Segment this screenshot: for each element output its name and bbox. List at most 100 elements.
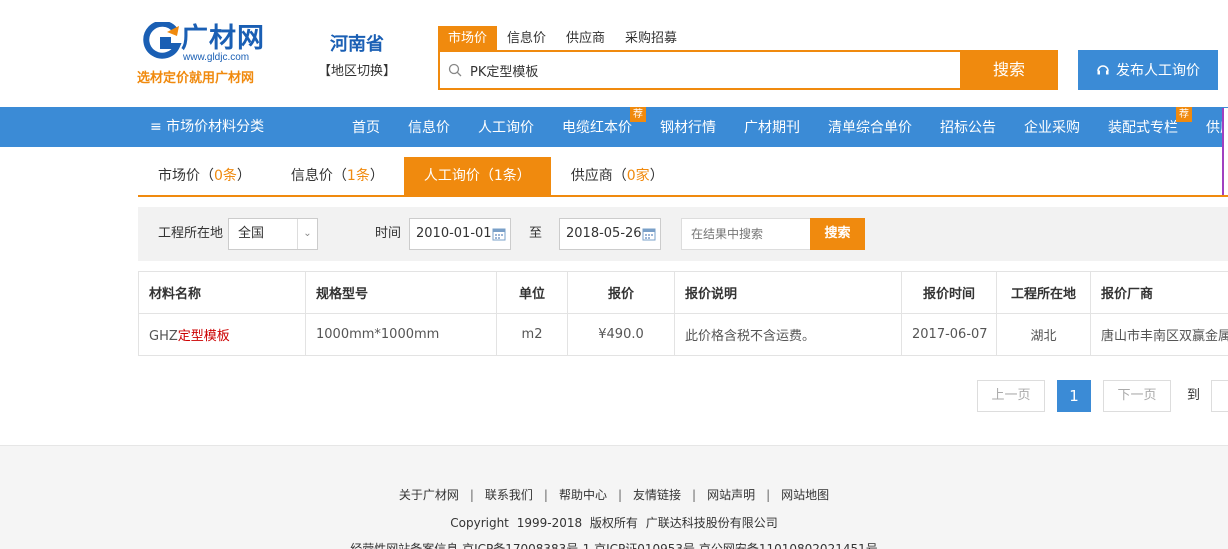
tab-supplier[interactable]: 供应商（0家） <box>551 157 684 195</box>
to-label: 至 <box>529 226 543 241</box>
nav-item-label: 人工询价 <box>478 120 534 136</box>
date-to-input[interactable]: 2018-05-26 <box>559 218 661 250</box>
search-tab-procurement[interactable]: 采购招募 <box>615 26 687 50</box>
result-tabs: 市场价（0条） 信息价（1条） 人工询价（1条） 供应商（0家） <box>138 157 684 195</box>
nav-item-home[interactable]: 首页 <box>338 107 394 147</box>
footer-link-contact[interactable]: 联系我们 <box>485 488 533 502</box>
footer-copyright: Copyright 1999-2018 版权所有 广联达科技股份有限公司 <box>450 516 778 530</box>
footer-link-about[interactable]: 关于广材网 <box>399 488 459 502</box>
search-box: 搜索 <box>438 50 1058 90</box>
col-header-vendor: 报价厂商 <box>1090 271 1228 314</box>
nav-item-label: 招标公告 <box>940 120 996 136</box>
search-tab-supplier[interactable]: 供应商 <box>556 26 615 50</box>
cell-unit: m2 <box>496 313 568 356</box>
result-search-button[interactable]: 搜索 <box>810 218 865 250</box>
footer-links: 关于广材网 | 联系我们 | 帮助中心 | 友情链接 | 网站声明 | 网站地图 <box>0 486 1228 503</box>
nav-item-info-price[interactable]: 信息价 <box>394 107 464 147</box>
search-tab-market-price[interactable]: 市场价 <box>438 26 498 50</box>
logo-g-icon <box>143 22 182 59</box>
nav-item-tender[interactable]: 招标公告 <box>926 107 1010 147</box>
results-table: 材料名称 规格型号 单位 报价 报价说明 报价时间 工程所在地 报价厂商 GHZ… <box>138 271 1228 356</box>
col-header-date: 报价时间 <box>901 271 997 314</box>
nav-items: 首页 信息价 人工询价 电缆红本价荐 钢材行情 广材期刊 清单综合单价 招标公告… <box>338 107 1228 147</box>
col-header-location: 工程所在地 <box>996 271 1091 314</box>
publish-labor-inquiry-button[interactable]: 发布人工询价 <box>1078 50 1218 90</box>
location-label: 工程所在地 <box>158 226 224 241</box>
tab-label: 市场价（ <box>158 168 214 184</box>
tab-label: 人工询价（ <box>423 168 494 184</box>
col-header-spec: 规格型号 <box>305 271 497 314</box>
tab-count: 1条 <box>493 168 517 184</box>
tab-info-price[interactable]: 信息价（1条） <box>271 157 404 195</box>
nav-item-label: 装配式专栏 <box>1108 120 1178 136</box>
tab-count: 1条 <box>346 168 370 184</box>
footer-link-sitemap[interactable]: 网站地图 <box>781 488 829 502</box>
search-icon <box>448 63 462 77</box>
current-province: 河南省 <box>330 34 384 55</box>
cell-location: 湖北 <box>996 313 1091 356</box>
category-menu[interactable]: ≡ 市场价材料分类 <box>150 107 264 147</box>
publish-button-label: 发布人工询价 <box>1116 63 1200 79</box>
tab-suffix: ） <box>516 168 531 184</box>
footer-icp: 经营性网站备案信息 京ICP备17008383号-1 京ICP证010953号 … <box>350 542 878 549</box>
logo-url: www.gldjc.com <box>183 52 250 63</box>
search-tab-info-price[interactable]: 信息价 <box>497 26 556 50</box>
nav-item-cable-price[interactable]: 电缆红本价荐 <box>548 107 646 147</box>
search-tabs: 市场价 信息价 供应商 采购招募 <box>438 26 687 50</box>
cell-price: ¥490.0 <box>567 313 675 356</box>
nav-item-unit-price[interactable]: 清单综合单价 <box>814 107 926 147</box>
main-nav: ≡ 市场价材料分类 首页 信息价 人工询价 电缆红本价荐 钢材行情 广材期刊 清… <box>0 107 1228 147</box>
prev-page-button[interactable]: 上一页 <box>977 380 1045 412</box>
nav-item-label: 广材期刊 <box>744 120 800 136</box>
logo-name: 广材网 <box>181 23 265 54</box>
goto-page-input[interactable] <box>1211 380 1228 412</box>
result-search-input[interactable] <box>682 219 810 249</box>
cell-material[interactable]: GHZ定型模板 <box>138 313 306 356</box>
location-value: 全国 <box>238 226 265 241</box>
nav-item-label: 信息价 <box>408 120 450 136</box>
footer-link-help[interactable]: 帮助中心 <box>559 488 607 502</box>
separator: | <box>543 488 548 502</box>
table-row: GHZ定型模板 1000mm*1000mm m2 ¥490.0 此价格含税不含运… <box>138 313 1228 356</box>
footer: 关于广材网 | 联系我们 | 帮助中心 | 友情链接 | 网站声明 | 网站地图 Copyright… <box>0 445 1228 549</box>
separator: | <box>766 488 771 502</box>
search-button[interactable]: 搜索 <box>960 50 1058 90</box>
date-from-input[interactable]: 2010-01-01 <box>409 218 511 250</box>
cell-spec: 1000mm*1000mm <box>305 313 497 356</box>
result-search-field[interactable] <box>681 218 811 250</box>
nav-item-prefab[interactable]: 装配式专栏荐 <box>1094 107 1192 147</box>
nav-item-enterprise-purchase[interactable]: 企业采购 <box>1010 107 1094 147</box>
recommend-badge: 荐 <box>1176 107 1192 122</box>
nav-item-label: 首页 <box>352 120 380 136</box>
separator: | <box>692 488 697 502</box>
nav-item-steel-market[interactable]: 钢材行情 <box>646 107 730 147</box>
table-header-row: 材料名称 规格型号 单位 报价 报价说明 报价时间 工程所在地 报价厂商 <box>138 271 1228 314</box>
tab-label: 信息价（ <box>290 168 347 184</box>
col-header-note: 报价说明 <box>674 271 902 314</box>
footer-link-statement[interactable]: 网站声明 <box>707 488 755 502</box>
col-header-unit: 单位 <box>496 271 568 314</box>
col-header-material: 材料名称 <box>138 271 306 314</box>
next-page-button[interactable]: 下一页 <box>1103 380 1171 412</box>
page-1-button[interactable]: 1 <box>1057 380 1091 412</box>
search-input[interactable] <box>470 52 960 88</box>
recommend-badge: 荐 <box>630 107 646 122</box>
site-logo[interactable]: 广材网 www.gldjc.com 选材定价就用广材网 <box>137 22 272 86</box>
cell-vendor-link[interactable]: 唐山市丰南区双赢金属制 <box>1090 313 1228 356</box>
time-label: 时间 <box>375 226 402 241</box>
side-scroll-indicator <box>1222 108 1228 196</box>
material-prefix: GHZ <box>149 329 178 344</box>
separator: | <box>469 488 474 502</box>
location-select[interactable]: 全国 ⌄ <box>228 218 318 250</box>
nav-item-labor-inquiry[interactable]: 人工询价 <box>464 107 548 147</box>
tab-suffix: ） <box>649 168 664 184</box>
nav-item-label: 企业采购 <box>1024 120 1080 136</box>
tab-market-price[interactable]: 市场价（0条） <box>138 157 271 195</box>
col-header-price: 报价 <box>567 271 675 314</box>
footer-link-friends[interactable]: 友情链接 <box>633 488 681 502</box>
tab-labor-inquiry[interactable]: 人工询价（1条） <box>403 157 551 195</box>
region-switch-link[interactable]: 【地区切换】 <box>312 60 402 79</box>
cell-note: 此价格含税不含运费。 <box>674 313 902 356</box>
tab-suffix: ） <box>236 168 251 184</box>
nav-item-journal[interactable]: 广材期刊 <box>730 107 814 147</box>
